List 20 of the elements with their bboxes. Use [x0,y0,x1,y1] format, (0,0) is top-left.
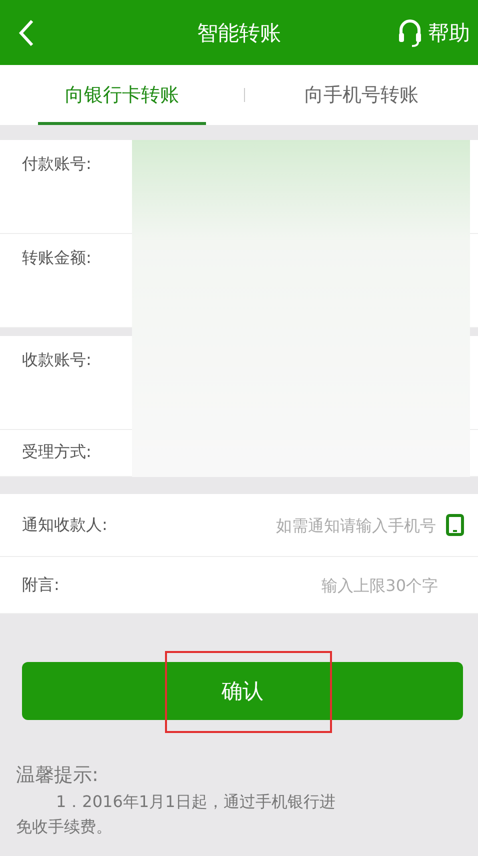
field-label: 转账金额: [22,248,92,267]
back-button[interactable] [18,18,34,46]
help-button[interactable]: 帮助 [398,18,470,48]
tab[interactable]: 向手机号转账 [245,65,478,125]
tab[interactable]: 向银行卡转账 [0,65,244,125]
field-label: 付款账号: [22,154,92,173]
tips-title: 温馨提示: [16,763,100,788]
phone-icon[interactable] [446,514,464,536]
back-icon [18,18,34,46]
tip-text: 1．2016年1月1日起，通过手机银行进 [55,792,336,813]
confirm-button[interactable]: 确认 [22,662,463,720]
input-field[interactable]: 如需通知请输入手机号 [115,514,438,536]
field-label: 附言: [22,574,60,596]
field-label: 收款账号: [22,350,92,369]
page-title: 智能转账 [197,20,281,46]
input-field[interactable]: 输入上限30个字 [67,574,440,596]
tip-text: 免收手续费。 [16,817,113,838]
field-label: 通知收款人: [22,514,108,536]
headset-icon [398,18,422,48]
field-label: 受理方式: [22,442,92,461]
